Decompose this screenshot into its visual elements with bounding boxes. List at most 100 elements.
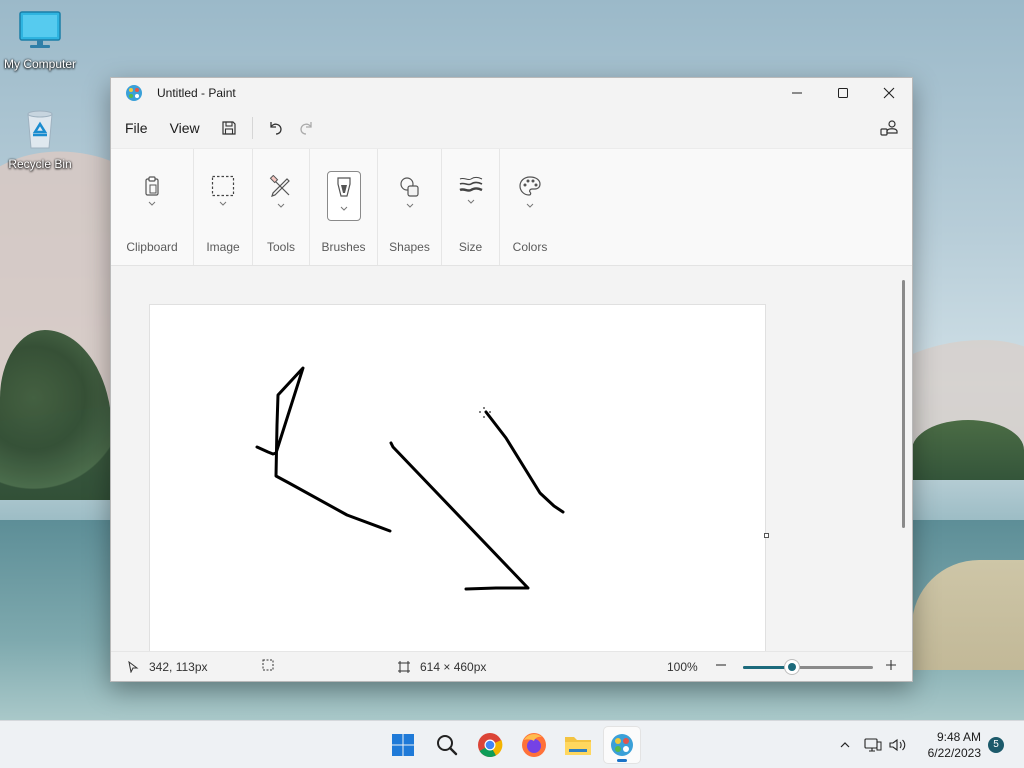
selection-rectangle-icon — [211, 175, 235, 197]
desktop-icon-label: My Computer — [3, 57, 77, 71]
close-button[interactable] — [866, 78, 912, 108]
network-button[interactable] — [860, 737, 886, 753]
chevron-down-icon — [219, 201, 227, 206]
taskbar: 9:48 AM 6/22/2023 5 — [0, 720, 1024, 768]
chrome-icon — [478, 733, 503, 758]
system-tray — [836, 721, 910, 768]
clipboard-icon — [145, 176, 159, 196]
monitor-icon — [0, 10, 80, 53]
canvas-resize-handle[interactable] — [764, 533, 769, 538]
paint-button[interactable] — [604, 727, 640, 763]
canvas-size-text: 614 × 460px — [420, 659, 487, 674]
vertical-scrollbar[interactable] — [902, 280, 905, 528]
menu-file[interactable]: File — [117, 114, 156, 142]
menu-bar: File View — [111, 108, 912, 148]
zoom-out-button[interactable] — [715, 659, 727, 674]
folder-icon — [565, 737, 591, 755]
ribbon-group-tools: Tools — [253, 149, 310, 265]
redo-icon — [300, 122, 312, 135]
chevron-down-icon — [406, 203, 413, 208]
start-button[interactable] — [385, 727, 421, 763]
selection-size — [262, 659, 274, 674]
drawn-strokes — [255, 366, 565, 591]
active-app-indicator — [617, 759, 627, 762]
brushes-button[interactable] — [326, 171, 361, 221]
clock[interactable]: 9:48 AM 6/22/2023 — [928, 729, 981, 761]
redo-button[interactable] — [291, 113, 321, 143]
chevron-down-icon — [340, 206, 347, 211]
minimize-button[interactable] — [774, 78, 820, 108]
firefox-button[interactable] — [516, 727, 552, 763]
maximize-button[interactable] — [820, 78, 866, 108]
select-button[interactable] — [206, 171, 240, 221]
ribbon-group-colors: Colors — [500, 149, 560, 265]
menu-separator — [251, 117, 253, 139]
save-button[interactable] — [214, 113, 244, 143]
color-palette-icon — [519, 176, 541, 196]
chevron-up-icon — [840, 742, 850, 748]
ribbon-group-size: Size — [442, 149, 500, 265]
ribbon-group-clipboard: Clipboard — [111, 149, 194, 265]
selection-icon — [262, 659, 274, 674]
desktop-icon-recycle-bin[interactable]: Recycle Bin — [0, 108, 80, 171]
chevron-down-icon — [277, 203, 285, 208]
wallpaper-grass — [912, 560, 1024, 670]
colors-button[interactable] — [513, 171, 547, 221]
paint-palette-icon — [125, 84, 143, 102]
tools-button[interactable] — [264, 171, 298, 221]
shapes-icon — [399, 177, 419, 197]
menu-view[interactable]: View — [162, 114, 208, 142]
chevron-down-icon — [148, 201, 156, 206]
ribbon-group-label: Shapes — [389, 240, 430, 254]
wallpaper-trees — [0, 330, 112, 500]
maximize-icon — [838, 88, 848, 98]
pointer-icon — [127, 660, 139, 673]
account-settings-icon — [880, 120, 898, 136]
volume-button[interactable] — [886, 737, 910, 753]
clock-date: 6/22/2023 — [927, 746, 981, 760]
title-bar[interactable]: Untitled - Paint — [111, 78, 912, 108]
pencil-eraser-icon — [269, 175, 290, 197]
file-explorer-button[interactable] — [560, 727, 596, 763]
clipboard-button[interactable] — [135, 171, 169, 221]
ribbon-group-label: Image — [206, 240, 240, 254]
window-title: Untitled - Paint — [157, 86, 236, 100]
chrome-button[interactable] — [472, 727, 508, 763]
canvas-size-icon — [398, 660, 410, 673]
brush-icon — [336, 177, 351, 197]
minimize-icon — [792, 92, 802, 94]
plus-icon — [886, 660, 896, 670]
ribbon-toolbar: Clipboard Image Tools Brushes Shapes Siz… — [111, 148, 912, 266]
recycle-bin-icon — [0, 108, 80, 153]
network-icon — [864, 738, 882, 752]
chevron-down-icon — [467, 199, 474, 204]
zoom-slider[interactable] — [743, 660, 873, 674]
shapes-button[interactable] — [393, 171, 427, 221]
paint-palette-icon — [611, 734, 633, 756]
desktop-icon-label: Recycle Bin — [8, 157, 72, 171]
canvas-workspace[interactable] — [111, 266, 912, 651]
drawing-canvas[interactable] — [150, 305, 765, 651]
close-icon — [883, 87, 895, 99]
cursor-position-text: 342, 113px — [149, 659, 208, 674]
ribbon-group-label: Size — [458, 240, 483, 254]
ribbon-group-label: Clipboard — [126, 240, 178, 254]
line-width-icon — [458, 177, 483, 192]
zoom-slider-thumb[interactable] — [785, 660, 800, 674]
notification-badge[interactable]: 5 — [988, 737, 1004, 753]
search-button[interactable] — [429, 727, 465, 763]
size-button[interactable] — [454, 171, 488, 221]
save-icon — [222, 121, 236, 135]
canvas-size: 614 × 460px — [398, 660, 486, 674]
speaker-icon — [889, 738, 906, 752]
chevron-down-icon — [526, 203, 534, 208]
ribbon-group-label: Tools — [266, 240, 295, 254]
clock-time: 9:48 AM — [936, 730, 981, 744]
zoom-in-button[interactable] — [885, 659, 897, 674]
ribbon-group-image: Image — [194, 149, 253, 265]
undo-button[interactable] — [261, 113, 291, 143]
show-hidden-icons-button[interactable] — [836, 739, 854, 751]
zoom-level[interactable]: 100% — [667, 660, 698, 674]
account-settings-button[interactable] — [874, 113, 904, 143]
desktop-icon-my-computer[interactable]: My Computer — [0, 10, 80, 71]
